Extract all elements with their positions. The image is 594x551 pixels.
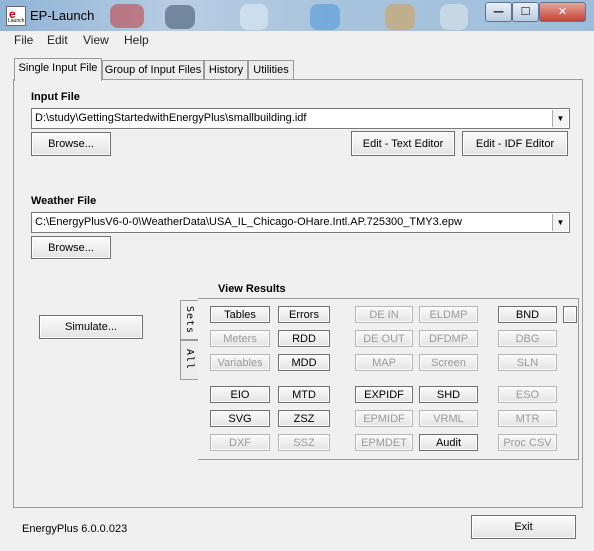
input-file-combo[interactable]: D:\study\GettingStartedwithEnergyPlus\sm… [31,108,570,129]
result-button-shd[interactable]: SHD [419,386,478,403]
result-button-sln[interactable]: SLN [498,354,557,371]
result-button-audit[interactable]: Audit [419,434,478,451]
result-button-rdd[interactable]: RDD [278,330,330,347]
edit-text-editor-button[interactable]: Edit - Text Editor [351,131,455,156]
result-button-mtd[interactable]: MTD [278,386,330,403]
version-status: EnergyPlus 6.0.0.023 [22,523,128,535]
result-button-svg[interactable]: SVG [210,410,270,427]
menu-bar: File Edit View Help [4,31,590,50]
tab-all[interactable]: All [180,340,199,380]
result-button-dbg[interactable]: DBG [498,330,557,347]
result-button-de-out[interactable]: DE OUT [355,330,413,347]
result-button-mtr[interactable]: MTR [498,410,557,427]
result-button-bnd[interactable]: BND [498,306,557,323]
tab-single-input-file[interactable]: Single Input File [14,58,102,81]
tab-group-of-input-files[interactable]: Group of Input Files [102,60,204,80]
result-button-eio[interactable]: EIO [210,386,270,403]
input-file-label: Input File [31,91,80,103]
result-button-dxf[interactable]: DXF [210,434,270,451]
dropdown-arrow-icon[interactable]: ▼ [552,214,568,231]
result-button-de-in[interactable]: DE IN [355,306,413,323]
tab-all-label: All [184,349,195,371]
maximize-button[interactable]: ☐ [512,2,539,22]
result-button-errors[interactable]: Errors [278,306,330,323]
result-button-ssz[interactable]: SSZ [278,434,330,451]
tab-history[interactable]: History [204,60,248,80]
result-button-eso[interactable]: ESO [498,386,557,403]
tab-utilities[interactable]: Utilities [248,60,294,80]
edit-idf-editor-button[interactable]: Edit - IDF Editor [462,131,568,156]
background-blob [310,4,340,30]
result-button-screen[interactable]: Screen [419,354,478,371]
menu-edit[interactable]: Edit [47,33,68,47]
menu-file[interactable]: File [14,33,33,47]
window-title: EP-Launch [30,8,95,23]
results-scroll-button[interactable] [563,306,577,323]
result-button-proc-csv[interactable]: Proc CSV [498,434,557,451]
result-button-map[interactable]: MAP [355,354,413,371]
simulate-button[interactable]: Simulate... [39,315,143,339]
result-button-zsz[interactable]: ZSZ [278,410,330,427]
minimize-button[interactable]: — [485,2,512,22]
input-file-path: D:\study\GettingStartedwithEnergyPlus\sm… [35,112,307,124]
input-browse-button[interactable]: Browse... [31,132,111,156]
background-blob [240,4,268,30]
weather-browse-button[interactable]: Browse... [31,236,111,259]
close-button[interactable]: ✕ [539,2,586,22]
dropdown-arrow-icon[interactable]: ▼ [552,110,568,127]
result-button-tables[interactable]: Tables [210,306,270,323]
result-button-epmdet[interactable]: EPMDET [355,434,413,451]
background-blob [110,4,144,28]
view-results-label: View Results [218,283,286,295]
weather-file-path: C:\EnergyPlusV6-0-0\WeatherData\USA_IL_C… [35,216,462,228]
result-button-variables[interactable]: Variables [210,354,270,371]
result-button-mdd[interactable]: MDD [278,354,330,371]
weather-file-combo[interactable]: C:\EnergyPlusV6-0-0\WeatherData\USA_IL_C… [31,212,570,233]
background-blob [165,5,195,29]
result-button-vrml[interactable]: VRML [419,410,478,427]
tab-sets[interactable]: Sets [180,300,198,340]
menu-view[interactable]: View [83,33,109,47]
title-bar[interactable]: e Launch EP-Launch — ☐ ✕ [0,0,594,31]
ep-launch-app-icon[interactable]: e Launch [6,6,26,26]
exit-button[interactable]: Exit [471,515,576,539]
result-button-eldmp[interactable]: ELDMP [419,306,478,323]
tab-sets-label: Sets [184,305,195,335]
result-button-epmidf[interactable]: EPMIDF [355,410,413,427]
ep-launch-window: e Launch EP-Launch — ☐ ✕ File Edit View … [0,0,594,551]
result-button-expidf[interactable]: EXPIDF [355,386,413,403]
background-blob [440,4,468,30]
weather-file-label: Weather File [31,195,97,207]
app-icon-caption: Launch [8,18,25,24]
result-button-dfdmp[interactable]: DFDMP [419,330,478,347]
menu-help[interactable]: Help [124,33,149,47]
background-blob [385,4,415,30]
result-button-meters[interactable]: Meters [210,330,270,347]
